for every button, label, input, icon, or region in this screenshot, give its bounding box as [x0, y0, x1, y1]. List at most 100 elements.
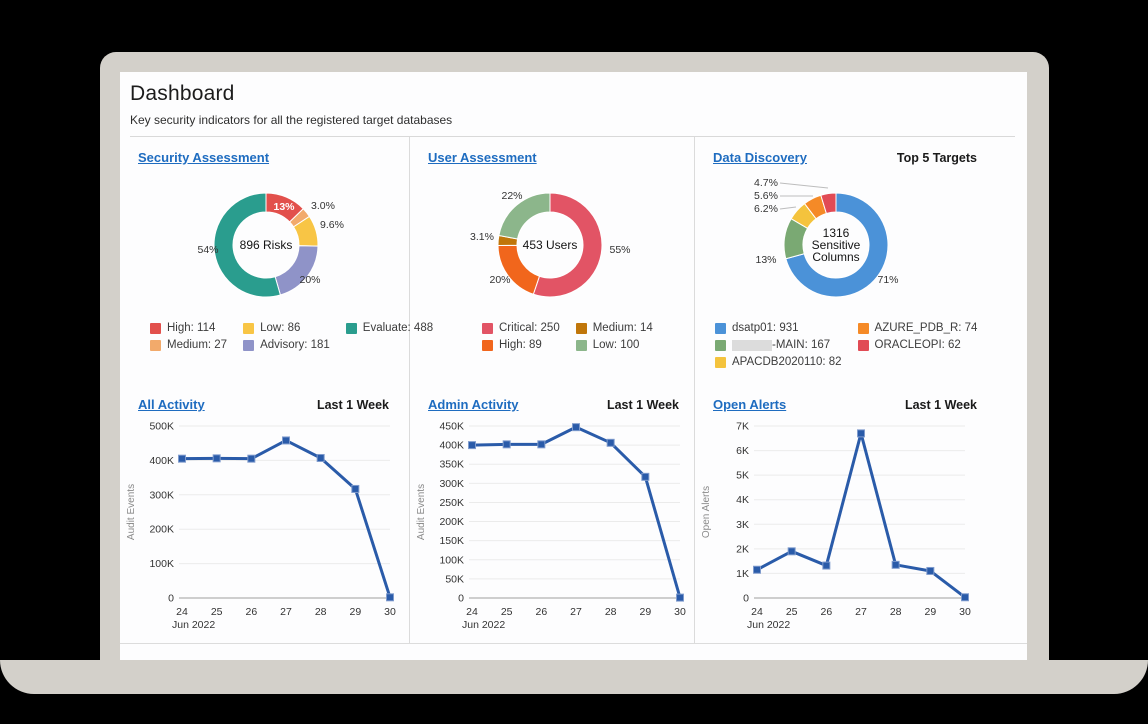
chart-text: 26 [245, 606, 257, 618]
data-point-marker[interactable] [676, 593, 684, 602]
data-point-marker[interactable] [468, 441, 476, 450]
chart-text: 3.1% [470, 231, 494, 243]
sensitive-columns-donut-chart[interactable]: 71%13%6.2%5.6%4.7%1316SensitiveColumns [695, 170, 1013, 322]
chart-text: 50K [445, 573, 464, 585]
top-5-targets-label: Top 5 Targets [896, 151, 977, 165]
data-point-marker[interactable] [857, 429, 865, 438]
user-assessment-link[interactable]: User Assessment [428, 150, 537, 165]
redacted-target-name [732, 339, 772, 351]
chart-text: 13% [273, 201, 295, 213]
chart-text: 450K [439, 421, 464, 433]
chart-text: 300K [149, 489, 174, 501]
chart-text: 9.6% [320, 219, 344, 231]
chart-text: 24 [751, 606, 763, 618]
legend-item: High: 89 [482, 339, 560, 351]
chart-text: 896 Risks [240, 238, 293, 252]
admin-activity-link[interactable]: Admin Activity [428, 397, 519, 412]
data-discovery-link[interactable]: Data Discovery [713, 150, 807, 165]
chart-text: Jun 2022 [462, 619, 505, 631]
chart-text: 4.7% [754, 177, 778, 189]
legend-swatch [715, 339, 726, 351]
chart-text: 27 [855, 606, 867, 618]
legend-swatch [150, 322, 161, 334]
chart-text: 400K [149, 455, 174, 467]
data-point-marker[interactable] [961, 593, 969, 602]
data-point-marker[interactable] [753, 565, 761, 574]
open-alerts-line-chart[interactable]: 0 1K 2K 3K 4K 5K 6K 7K 24 25 26 27 28 29 30 Jun 2022 Ope… [695, 412, 1013, 636]
legend-swatch [575, 339, 587, 351]
legend-label: Medium: 27 [167, 339, 228, 351]
chart-text: 13% [755, 254, 776, 266]
laptop-base [0, 660, 1148, 694]
admin-activity-panel: Admin Activity Last 1 Week 0 50K 100K 150K 2… [410, 384, 695, 643]
legend-label: ORACLEOPI: 62 [874, 339, 961, 351]
all-activity-range-label: Last 1 Week [316, 398, 389, 412]
data-point-marker[interactable] [178, 454, 186, 463]
chart-text: 30 [959, 606, 971, 618]
chart-text: 7K [736, 421, 749, 433]
chart-text: Jun 2022 [172, 619, 215, 631]
legend-item: Medium: 27 [150, 339, 227, 351]
open-alerts-link[interactable]: Open Alerts [713, 397, 786, 412]
all-activity-panel: All Activity Last 1 Week 0 100K 200K 300K 40… [120, 384, 410, 643]
admin-activity-line-chart[interactable]: 0 50K 100K 150K 200K 250K 300K 350K 400K 450K 24 25… [410, 412, 695, 636]
data-point-marker[interactable] [212, 454, 221, 463]
label-leader-line [779, 206, 797, 210]
legend-swatch [715, 322, 726, 334]
chart-text: 1K [736, 568, 749, 580]
data-point-marker[interactable] [572, 423, 580, 432]
chart-text: 250K [439, 497, 464, 509]
data-point-marker[interactable] [926, 566, 935, 575]
legend-item: Critical: 250 [482, 322, 560, 334]
legend-label: Low: 100 [592, 339, 640, 351]
chart-text: Jun 2022 [747, 619, 790, 631]
chart-text: 25 [501, 606, 513, 618]
legend-label: High: 114 [167, 322, 216, 334]
donut-slice-advisory[interactable] [274, 245, 319, 296]
legend-item: ORACLEOPI: 62 [857, 339, 978, 351]
chart-text: 28 [605, 606, 617, 618]
legend-swatch [575, 322, 587, 334]
chart-text: 100K [149, 558, 174, 570]
donut-slice-high[interactable] [497, 244, 541, 295]
chart-text: 25 [211, 606, 223, 618]
open-alerts-panel: Open Alerts Last 1 Week 0 1K 2K 3K 4K 5K 6K 7K 2… [695, 384, 1013, 643]
data-point-marker[interactable] [316, 453, 325, 462]
security-risk-donut-chart[interactable]: 13% 3.0% 9.6% 20% 54% 896 Risks [120, 170, 410, 322]
legend-swatch [243, 339, 255, 351]
chart-text: 150K [439, 535, 464, 547]
data-point-marker[interactable] [282, 436, 290, 445]
all-activity-line-chart[interactable]: 0 100K 200K 300K 400K 500K 24 25 26 27 28 29 30 Jun 2… [120, 412, 410, 636]
trend-line [471, 425, 682, 599]
legend-item: Low: 100 [575, 339, 653, 351]
data-point-marker[interactable] [502, 440, 511, 449]
data-point-marker[interactable] [891, 560, 900, 569]
data-point-marker[interactable] [787, 547, 796, 556]
legend-item: Low: 86 [243, 322, 330, 334]
all-activity-link[interactable]: All Activity [138, 397, 205, 412]
chart-text: 5K [736, 470, 749, 482]
legend-label: APACDB2020110: 82 [732, 356, 842, 368]
data-point-marker[interactable] [351, 484, 360, 493]
legend-swatch [243, 322, 255, 334]
data-point-marker[interactable] [822, 561, 831, 570]
security-assessment-link[interactable]: Security Assessment [138, 150, 269, 165]
legend-swatch [715, 356, 726, 368]
legend-label: Critical: 250 [499, 322, 560, 334]
data-point-marker[interactable] [247, 454, 256, 463]
user-risk-donut-chart[interactable]: 55% 20% 3.1% 22% 453 Users [410, 170, 695, 322]
chart-text: 453 Users [523, 238, 578, 252]
data-point-marker[interactable] [386, 593, 394, 602]
chart-text: 0 [458, 593, 464, 605]
data-point-marker[interactable] [641, 472, 650, 481]
legend-swatch [857, 322, 869, 334]
data-point-marker[interactable] [537, 440, 546, 449]
legend-label: -MAIN: 167 [772, 339, 831, 351]
legend-swatch [345, 322, 357, 334]
chart-text: Audit Events [416, 484, 427, 540]
chart-text: 26 [820, 606, 832, 618]
chart-text: 71% [877, 274, 898, 286]
chart-text: 3K [736, 519, 749, 531]
data-point-marker[interactable] [606, 438, 615, 447]
chart-text: 30 [674, 606, 686, 618]
